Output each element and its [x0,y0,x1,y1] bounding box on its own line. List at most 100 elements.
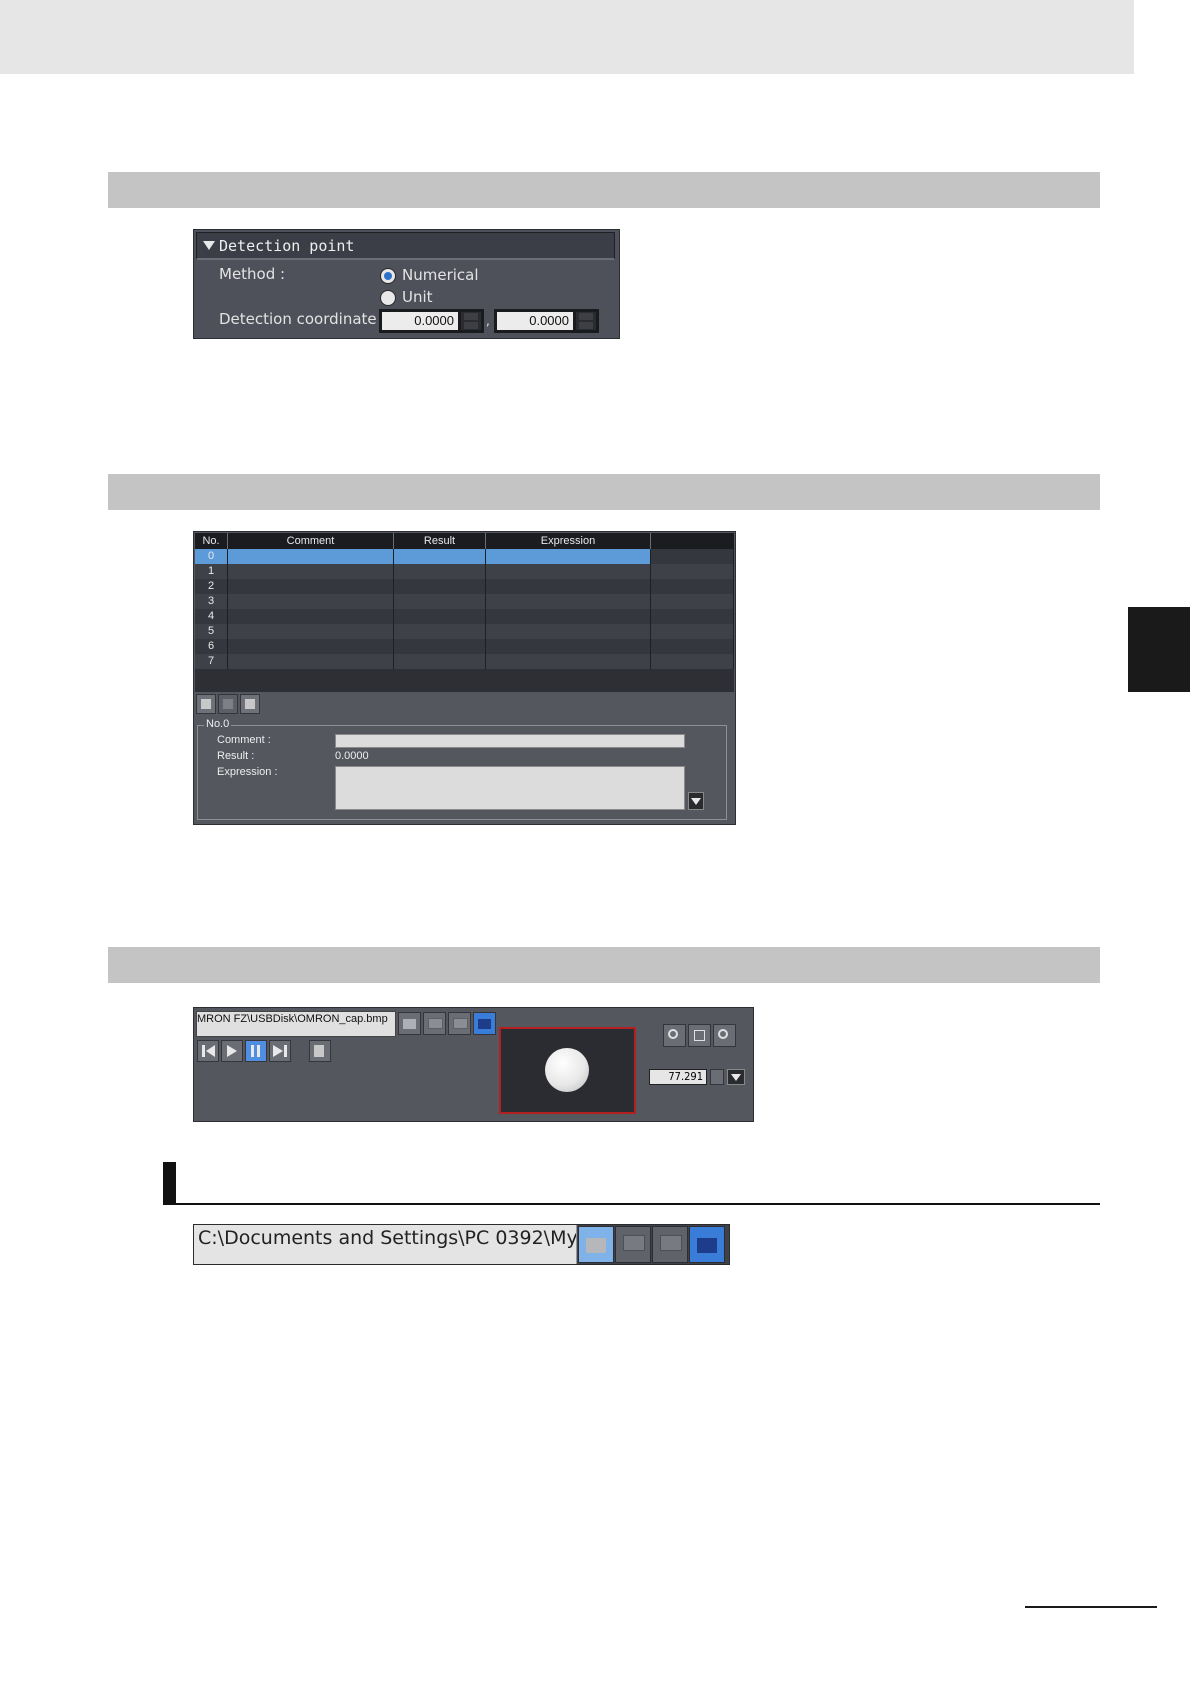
section-heading-bar-2 [108,474,1100,510]
table-cell [651,579,734,594]
play-button[interactable] [221,1040,243,1062]
table-cell [394,654,486,669]
table-row[interactable]: 5 [195,624,734,639]
table-row[interactable]: 2 [195,579,734,594]
table-cell [651,654,734,669]
fit-to-window-button[interactable] [688,1024,711,1047]
footer-rule [1025,1606,1157,1608]
table-cell [486,549,651,564]
multi-monitor-icon [453,1018,468,1029]
numerical-radio-label[interactable]: Numerical [402,266,479,284]
expression-input[interactable] [335,766,685,810]
table-cell [486,609,651,624]
pause-bar-right [257,1045,260,1057]
folder-button-large[interactable] [689,1226,725,1263]
row-number: 1 [195,564,228,579]
detection-coordinate-label: Detection coordinate [219,310,377,328]
zoom-spinner[interactable] [710,1069,724,1085]
table-cell [394,579,486,594]
table-cell [394,624,486,639]
coordinate-x-spinner[interactable] [461,312,481,330]
comment-input[interactable] [335,734,685,748]
open-folder-button-large[interactable] [578,1226,614,1263]
row-number: 2 [195,579,228,594]
numerical-radio[interactable] [380,268,396,284]
multi-monitor-button[interactable] [448,1012,471,1035]
skip-back-button[interactable] [197,1040,219,1062]
table-cell [651,549,734,564]
pause-button[interactable] [245,1040,267,1062]
monitor-icon [428,1018,443,1029]
table-cell [651,609,734,624]
skip-back-bar [202,1045,205,1057]
column-header-expression[interactable]: Expression [486,533,651,549]
coordinate-y-box: 0.0000 [494,309,599,333]
paste-icon [223,699,233,709]
table-cell [228,624,394,639]
column-header-comment[interactable]: Comment [228,533,394,549]
table-row[interactable]: 7 [195,654,734,669]
monitor-icon [623,1235,645,1251]
skip-back-icon [206,1045,215,1057]
detection-point-header[interactable]: Detection point [196,232,615,260]
path-selector-widget: C:\Documents and Settings\PC 0392\My Doc… [193,1224,730,1265]
skip-forward-bar [284,1045,287,1057]
row-number: 4 [195,609,228,624]
folder-button[interactable] [473,1012,496,1035]
table-cell [486,564,651,579]
unit-radio[interactable] [380,290,396,306]
coordinate-x-box: 0.0000 [379,309,484,333]
table-cell [394,549,486,564]
delete-row-button[interactable] [240,694,260,714]
collapse-triangle-icon[interactable] [203,241,215,250]
table-cell [228,609,394,624]
path-field[interactable]: C:\Documents and Settings\PC 0392\My Doc… [194,1225,577,1264]
table-cell [228,579,394,594]
table-cell [651,624,734,639]
table-cell [228,549,394,564]
calculation-table-panel: No. Comment Result Expression 01234567 N… [193,531,736,825]
result-label: Result : [217,750,255,762]
table-cell [228,654,394,669]
monitor-button-large[interactable] [615,1226,651,1263]
row-number: 5 [195,624,228,639]
zoom-level-input[interactable]: 77.291 [649,1069,707,1085]
folder-icon [697,1238,717,1253]
skip-forward-button[interactable] [269,1040,291,1062]
column-header-result[interactable]: Result [394,533,486,549]
captured-ball-image [545,1048,589,1092]
comment-label: Comment : [217,734,271,746]
image-display[interactable] [499,1027,636,1114]
column-header-no[interactable]: No. [195,533,228,549]
coordinate-x-input[interactable]: 0.0000 [382,312,458,330]
paste-row-button[interactable] [218,694,238,714]
unit-radio-label[interactable]: Unit [402,288,433,306]
subheading-rule [163,1203,1100,1205]
copy-row-button[interactable] [196,694,216,714]
multi-monitor-button-large[interactable] [652,1226,688,1263]
row-number: 0 [195,549,228,564]
coordinate-y-input[interactable]: 0.0000 [497,312,573,330]
image-file-path[interactable]: MRON FZ\USBDisk\OMRON_cap.bmp [196,1011,396,1037]
table-row[interactable]: 1 [195,564,734,579]
detection-point-panel: Detection point Method : Numerical Unit … [193,229,620,339]
table-row[interactable]: 3 [195,594,734,609]
subheading-marker [163,1162,176,1204]
open-folder-button[interactable] [398,1012,421,1035]
save-image-button[interactable] [309,1040,331,1062]
table-cell [651,564,734,579]
table-cell [394,594,486,609]
table-row[interactable]: 0 [195,549,734,564]
zoom-out-button[interactable] [713,1024,736,1047]
expression-dropdown-button[interactable] [688,792,704,810]
chapter-thumb-tab [1128,607,1190,692]
table-row[interactable]: 6 [195,639,734,654]
table-cell [486,579,651,594]
zoom-in-button[interactable] [663,1024,686,1047]
coordinate-y-spinner[interactable] [576,312,596,330]
pause-bar-left [251,1045,254,1057]
row-number: 6 [195,639,228,654]
monitor-button[interactable] [423,1012,446,1035]
table-row[interactable]: 4 [195,609,734,624]
zoom-dropdown-button[interactable] [727,1069,745,1085]
